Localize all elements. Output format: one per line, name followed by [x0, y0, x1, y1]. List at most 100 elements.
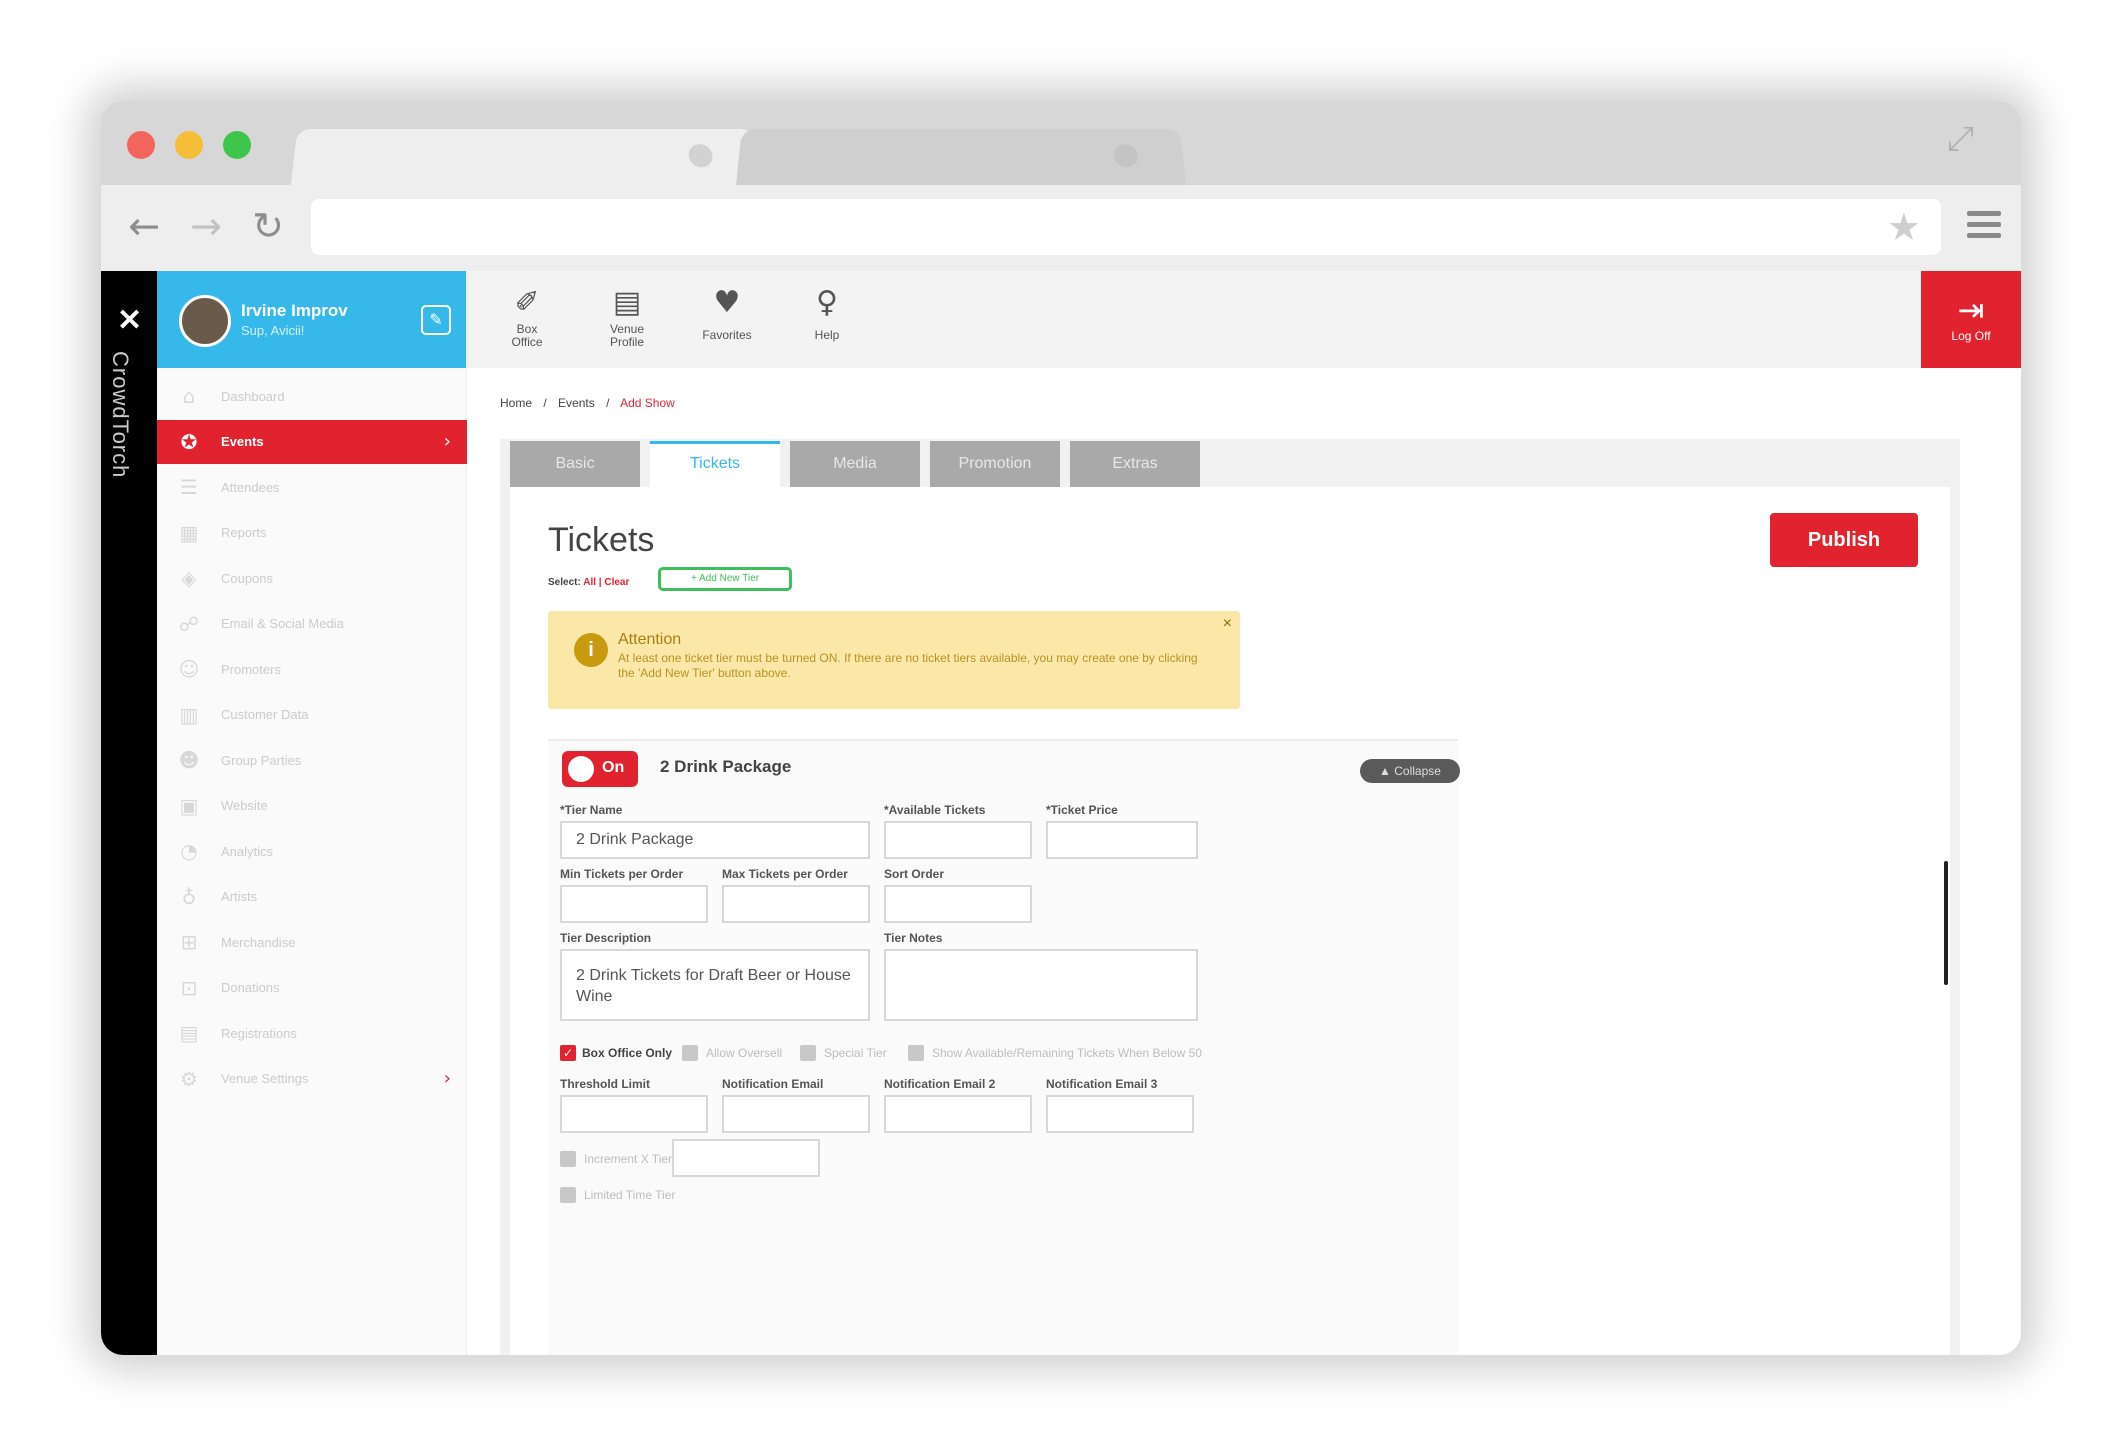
browser-tab-active[interactable] [291, 129, 761, 185]
max-tickets-input[interactable] [722, 885, 870, 923]
star-icon[interactable]: ★ [1887, 205, 1921, 249]
topnav-label: Favorites [702, 328, 752, 342]
person-icon: ☺ [178, 657, 200, 681]
expand-icon[interactable]: ⤢ [1947, 119, 1991, 163]
content-scrollbar[interactable] [1944, 861, 1948, 985]
topnav-help[interactable]: ♀ Help [787, 283, 867, 342]
address-bar[interactable]: ★ [311, 199, 1941, 255]
close-icon[interactable]: × [1223, 615, 1232, 633]
browser-window: ⤢ ← → ↻ ★ ✕ CrowdTorch Irvine Improv Sup… [101, 101, 2021, 1355]
topnav-box-office[interactable]: ✐ Box Office [487, 283, 567, 349]
browser-tab-inactive[interactable] [736, 129, 1186, 185]
breadcrumb-events[interactable]: Events [558, 396, 595, 410]
attention-alert: i Attention At least one ticket tier mus… [548, 611, 1240, 709]
show-available-checkbox[interactable] [908, 1045, 924, 1061]
logoff-button[interactable]: ⇥ Log Off [1921, 271, 2021, 368]
special-tier-checkbox[interactable] [800, 1045, 816, 1061]
sidebar-item-promoters[interactable]: ☺ Promoters [157, 647, 467, 691]
maximize-window-button[interactable] [223, 131, 251, 159]
form-tabs: Basic Tickets Media Promotion Extras [510, 441, 1210, 487]
book-icon: ▤ [612, 285, 642, 320]
limited-time-tier-checkbox[interactable] [560, 1187, 576, 1203]
select-clear-link[interactable]: Clear [604, 577, 629, 588]
sidebar-item-customer-data[interactable]: ▥ Customer Data [157, 693, 467, 737]
minimize-window-button[interactable] [175, 131, 203, 159]
sidebar-item-label: Website [221, 798, 268, 813]
tier-name-input[interactable]: 2 Drink Package [560, 821, 870, 859]
close-icon[interactable]: ✕ [117, 303, 142, 338]
select-all-link[interactable]: All [583, 577, 596, 588]
sidebar-item-label: Promoters [221, 661, 281, 677]
sidebar-item-artists[interactable]: ♁ Artists [157, 875, 467, 919]
reload-icon[interactable]: ↻ [243, 201, 293, 251]
publish-button[interactable]: Publish [1770, 513, 1918, 567]
min-tickets-input[interactable] [560, 885, 708, 923]
tab-basic[interactable]: Basic [510, 441, 640, 487]
sidebar-item-website[interactable]: ▣ Website [157, 784, 467, 828]
tier-notes-label: Tier Notes [884, 931, 943, 945]
sidebar-item-dashboard[interactable]: ⌂ Dashboard [157, 374, 467, 418]
sidebar-item-reports[interactable]: ▦ Reports [157, 511, 467, 555]
browser-icon: ▣ [179, 793, 199, 818]
info-icon: i [574, 633, 608, 667]
sidebar-item-label: Events [221, 434, 264, 449]
sidebar-item-label: Venue Settings [221, 1071, 309, 1086]
allow-oversell-checkbox[interactable] [682, 1045, 698, 1061]
tier-description-textarea[interactable]: 2 Drink Tickets for Draft Beer or House … [560, 949, 870, 1021]
back-icon[interactable]: ← [119, 201, 169, 251]
profile-subtitle: Sup, Avicii! [241, 323, 305, 338]
sidebar-item-merchandise[interactable]: ⊞ Merchandise [157, 920, 467, 964]
threshold-limit-input[interactable] [560, 1095, 708, 1133]
collapse-button[interactable]: ▲ Collapse [1360, 759, 1460, 783]
alert-body: At least one ticket tier must be turned … [618, 651, 1198, 680]
show-available-label: Show Available/Remaining Tickets When Be… [932, 1046, 1202, 1060]
tab-close-icon[interactable] [1113, 144, 1139, 168]
sidebar-item-coupons[interactable]: ◈ Coupons [157, 556, 467, 600]
chevron-right-icon: › [443, 431, 451, 452]
tier-description-label: Tier Description [560, 931, 652, 945]
forward-icon[interactable]: → [181, 201, 231, 251]
close-window-button[interactable] [127, 131, 155, 159]
select-row: Select: All | Clear [548, 577, 629, 588]
avatar[interactable] [179, 295, 231, 347]
ticket-price-label: *Ticket Price [1046, 803, 1118, 817]
notification-email-2-input[interactable] [884, 1095, 1032, 1133]
edit-profile-icon[interactable]: ✎ [421, 305, 451, 335]
increment-x-tier-input[interactable] [672, 1139, 820, 1177]
max-tickets-label: Max Tickets per Order [722, 867, 848, 881]
sort-order-input[interactable] [884, 885, 1032, 923]
app-area: ✕ CrowdTorch Irvine Improv Sup, Avicii! … [101, 271, 2021, 1355]
sidebar-item-label: Artists [221, 889, 258, 904]
tab-close-icon[interactable] [687, 144, 714, 168]
breadcrumb-separator: / [606, 396, 610, 410]
hamburger-menu-icon[interactable] [1967, 211, 2001, 241]
database-icon: ▥ [179, 702, 199, 727]
topnav-venue-profile[interactable]: ▤ Venue Profile [587, 283, 667, 349]
ticket-price-input[interactable] [1046, 821, 1198, 859]
increment-x-tier-checkbox[interactable] [560, 1151, 576, 1167]
sidebar-item-venue-settings[interactable]: ⚙ Venue Settings › [157, 1057, 467, 1101]
topnav-favorites[interactable]: ♥ Favorites [687, 283, 767, 342]
tab-media[interactable]: Media [790, 441, 920, 487]
sidebar-item-analytics[interactable]: ◔ Analytics [157, 829, 467, 873]
box-office-only-checkbox[interactable]: ✓ [560, 1045, 576, 1061]
allow-oversell-label: Allow Oversell [706, 1046, 783, 1060]
add-new-tier-button[interactable]: + Add New Tier [658, 567, 792, 591]
breadcrumb-home[interactable]: Home [500, 396, 532, 410]
heart-icon: ♥ [713, 285, 741, 320]
sidebar-item-donations[interactable]: ⊡ Donations [157, 966, 467, 1010]
tab-tickets[interactable]: Tickets [650, 441, 780, 487]
sidebar-item-label: Email & Social Media [221, 616, 344, 631]
notification-email-3-input[interactable] [1046, 1095, 1194, 1133]
sidebar-item-attendees[interactable]: ☰ Attendees [157, 465, 467, 509]
sidebar-item-email-social-media[interactable]: ☍ Email & Social Media [157, 602, 467, 646]
sidebar-item-group-parties[interactable]: ☻ Group Parties [157, 738, 467, 782]
tier-notes-textarea[interactable] [884, 949, 1198, 1021]
tier-on-toggle[interactable]: On [562, 751, 638, 787]
tab-promotion[interactable]: Promotion [930, 441, 1060, 487]
available-tickets-input[interactable] [884, 821, 1032, 859]
sidebar-item-events[interactable]: ✪ Events › [157, 419, 467, 464]
tab-extras[interactable]: Extras [1070, 441, 1200, 487]
sidebar-item-registrations[interactable]: ▤ Registrations [157, 1011, 467, 1055]
notification-email-input[interactable] [722, 1095, 870, 1133]
